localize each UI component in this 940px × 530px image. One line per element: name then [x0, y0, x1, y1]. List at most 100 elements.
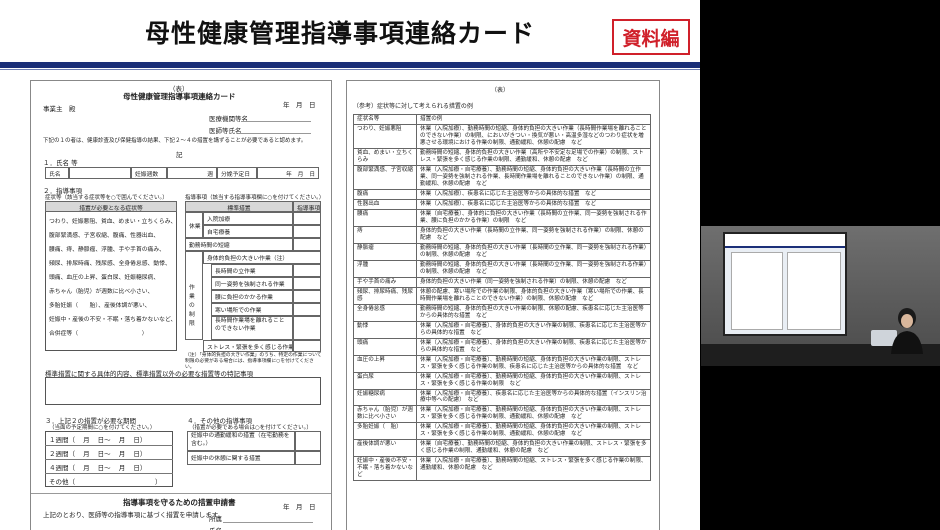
table-caption: （参考）症状等に対して考えられる措置の例	[353, 103, 473, 110]
symptom-line: 頭痛、血圧の上昇、蛋白尿、妊娠糖尿病、	[49, 275, 160, 281]
table-header-cell: 症状名等	[353, 114, 417, 125]
symptom-cell: 動悸	[353, 320, 417, 339]
measure-cell: 休憩の配慮、寒い場所での作業の制限、身体的負担の大きい作業（寒い場所での作業、長…	[416, 286, 651, 305]
table-row: 産後体調が悪い 休業（自宅療養）、勤務時間の短縮、身体的負担の大きい作業の制限、ス…	[353, 439, 651, 458]
measure-cell: 休業（入院加療）、疾患名に応じた主治医等からの具体的な措置 など	[416, 188, 651, 200]
table-row: 浮腫 勤務時間の短縮、身体的負担の大きい作業（長時間の立作業、同一姿勢を強制される…	[353, 259, 651, 278]
table-row: 性器出血 休業（入院加療）、疾患名に応じた主治医等からの具体的な措置 など	[353, 198, 651, 210]
guide-row: 同一姿勢を強制される作業	[211, 277, 293, 290]
table-row: 頭痛 休業（入院加療・自宅療養）、身体的負担の大きい作業の制限、疾患名に応じた主治…	[353, 337, 651, 356]
measure-cell: 身体的負担の大きい作業（長時間の立作業、同一姿勢を強制される作業）の制限、休憩の…	[416, 225, 651, 244]
symptom-line: 妊娠中・産後の不安・不眠・落ち着かないなど、	[49, 317, 177, 323]
slide: 母性健康管理指導事項連絡カード 資料編 （表） 母性健康管理指導事項連絡カード …	[0, 0, 700, 530]
measure-cell: 勤務時間の短縮、身体的負担の大きい作業の制限、休憩の配慮、疾患名に応じた主治医等…	[416, 303, 651, 322]
measure-cell: 勤務時間の短縮、身体的負担の大きい作業（高所や不安定な足場での作業）の制限、スト…	[416, 147, 651, 166]
symptom-cell: 妊娠中・産後の不安・不眠・落ち着かないなど	[353, 456, 417, 482]
symptom-cell: 痔	[353, 225, 417, 244]
weeks-label: 妊娠週数	[131, 167, 167, 179]
table-header-row: 症状名等 措置の例	[353, 114, 651, 125]
table-row: 貧血、めまい・立ちくらみ 勤務時間の短縮、身体的負担の大きい作業（高所や不安定な足…	[353, 147, 651, 166]
guidance-header: 指導事項	[293, 201, 321, 212]
guide-row: 入院加療	[203, 212, 293, 225]
reference-badge: 資料編	[612, 19, 690, 55]
table-row: 腰痛 休業（自宅療養）、身体的に負担の大きい作業（長時間の立作業、同一姿勢を強制さ…	[353, 208, 651, 227]
symptom-cell: 血圧の上昇	[353, 354, 417, 373]
symptom-cell: 手や手首の痛み	[353, 276, 417, 288]
measure-cell: 休業（入院加療）、勤務時間の短縮、身体的負担の大きい作業（長時間作業場を離れるこ…	[416, 123, 651, 149]
doctor-label: 医師等氏名	[209, 127, 242, 135]
measure-cell: 休業（自宅療養）、身体的に負担の大きい作業（長時間の立作業、同一姿勢を強制される…	[416, 208, 651, 227]
symptom-cell: 貧血、めまい・立ちくらみ	[353, 147, 417, 166]
card-title: 母性健康管理指導事項連絡カード	[123, 92, 236, 101]
guide-row: 自宅療養	[203, 225, 293, 238]
symptom-cell: 産後体調が悪い	[353, 439, 417, 458]
measure-cell: 休業（入院加療・自宅療養）、疾患名に応じた主治医等からの具体的な措置（インスリン…	[416, 388, 651, 407]
symptom-cell: 腹痛	[353, 188, 417, 200]
table-row: 頻尿、排尿時痛、残尿感 休憩の配慮、寒い場所での作業の制限、身体的負担の大きい作業…	[353, 286, 651, 305]
due-date-label: 分娩予定日	[217, 167, 257, 179]
table-header-cell: 措置の例	[416, 114, 651, 125]
symptom-note: 症状等（該当する症状等を○で囲んでください。）	[45, 195, 168, 201]
leave-group: 休業	[185, 212, 203, 238]
name-row-label: 氏名	[45, 167, 69, 179]
guide-row: 寒い場所での作業	[211, 303, 293, 316]
symptom-header: 措置が必要となる症状等	[45, 201, 177, 212]
projected-slide	[723, 232, 847, 336]
affiliation-label: 所属	[209, 515, 222, 523]
measure-cell: 勤務時間の短縮、身体的負担の大きい作業（長時間の立作業、同一姿勢を強制される作業…	[416, 259, 651, 278]
other-guidance-row: 妊娠中の通勤緩和の措置（在宅勤務を含む。）	[187, 431, 295, 451]
symptom-cell: 頻尿、排尿時痛、残尿感	[353, 286, 417, 305]
symptom-cell: 腹部緊満感、子宮収縮	[353, 164, 417, 190]
request-text: 上記のとおり、医師等の指導事項に基づく措置を申請します。	[43, 511, 225, 519]
section-3-note: （当面の予定期間に○を付けてください。）	[49, 425, 156, 431]
symptom-line: 赤ちゃん（胎児）が週数に比べ小さい、	[49, 289, 154, 295]
name-row-value	[69, 167, 131, 179]
measure-cell: 休業（自宅療養）、勤務時間の短縮、身体的負担の大きい作業の制限、ストレス・緊張を…	[416, 439, 651, 458]
symptom-line: つわり、妊娠悪阻、貧血、めまい・立ちくらみ、	[49, 219, 177, 225]
guidance-note: 指導事項（該当する指導事項欄に○を付けてください。）	[185, 195, 325, 201]
symptom-cell: 蛋白尿	[353, 371, 417, 390]
measure-cell: 休業（入院加療）、疾患名に応じた主治医等からの具体的な措置 など	[416, 198, 651, 210]
standard-measure-header: 標準措置	[185, 201, 293, 212]
table-row: 腹痛 休業（入院加療）、疾患名に応じた主治医等からの具体的な措置 など	[353, 188, 651, 200]
symptom-line: 腹部緊満感、子宮収縮、腹痛、性器出血、	[49, 233, 160, 239]
title-divider-thin	[0, 69, 700, 70]
measure-cell: 身体的負担の大きい作業（同一姿勢を強制される作業）の制限、休憩の配慮 など	[416, 276, 651, 288]
guide-row: 長時間作業場を離れることのできない作業	[211, 316, 293, 340]
card-addressee: 事業主 殿	[43, 105, 76, 113]
contact-card-document: （表） 母性健康管理指導事項連絡カード 年 月 日 事業主 殿 医療機関等名 医…	[30, 80, 332, 530]
symptom-cell: 頭痛	[353, 337, 417, 356]
table-row: 多胎妊娠（ 胎） 休業（入院加療・自宅療養）、勤務時間の短縮、身体的負担の大きい作…	[353, 422, 651, 441]
table-row: 痔身体的負担の大きい作業（長時間の立作業、同一姿勢を強制される作業）の制限、休憩…	[353, 225, 651, 244]
period-row: ４週間（ 月 日～ 月 日）	[49, 464, 147, 472]
table-row: 妊娠糖尿病 休業（入院加療・自宅療養）、疾患名に応じた主治医等からの具体的な措置（…	[353, 388, 651, 407]
symptom-cell: 腰痛	[353, 208, 417, 227]
card-intro: 下記の１の者は、健康診査及び保健指導の結果、下記２～４の措置を講ずることが必要で…	[43, 138, 307, 144]
symptom-line: 合併症等（ ）	[49, 331, 148, 337]
section-4-note: （措置が必要である場合は○を付けてください。）	[189, 425, 312, 431]
title-divider	[0, 62, 700, 68]
weeks-unit: 週	[167, 167, 217, 179]
symptom-cell: 全身倦怠感	[353, 303, 417, 322]
symptom-cell: つわり、妊娠悪阻	[353, 123, 417, 149]
period-row: ２週間（ 月 日～ 月 日）	[49, 450, 147, 458]
table-row: 妊娠中・産後の不安・不眠・落ち着かないなど 休業（入院加療・自宅療養）、勤務時間の…	[353, 456, 651, 482]
measures-table: 症状名等 措置の例 つわり、妊娠悪阻 休業（入院加療）、勤務時間の短縮、身体的負担…	[353, 114, 651, 482]
work-limit-group: 作業の制限	[185, 251, 203, 340]
due-date-value: 年 月 日	[257, 167, 319, 179]
guide-row: 勤務時間の短縮	[185, 238, 293, 251]
other-guidance-row: 妊娠中の休憩に関する措置	[187, 451, 295, 465]
guide-row: 長時間の立作業	[211, 264, 293, 277]
guide-row: 腰に負担のかかる作業	[211, 290, 293, 303]
symptom-line: 頻尿、排尿時痛、残尿感、全身倦怠感、動悸、	[49, 261, 171, 267]
request-date: 年 月 日	[283, 503, 316, 511]
applicant-name-label: 氏名	[209, 525, 222, 530]
measure-cell: 休業（入院加療・自宅療養）、勤務時間の短縮、身体的負担の大きい作業の制限、ストレ…	[416, 354, 651, 373]
slide-title: 母性健康管理指導事項連絡カード	[145, 19, 536, 48]
symptom-cell: 浮腫	[353, 259, 417, 278]
measure-cell: 休業（入院加療・自宅療養）、勤務時間の短縮、ストレス・緊張を多く感じる作業の制限…	[416, 456, 651, 482]
presenter	[891, 308, 923, 354]
symptom-line: 腰痛、痔、静脈瘤、浮腫、手や手首の痛み、	[49, 247, 165, 253]
table-row: 赤ちゃん（胎児）が週数に比べ小さい 休業（入院加療・自宅療養）、勤務時間の短縮、身…	[353, 405, 651, 424]
table-mark: （表）	[491, 87, 510, 94]
